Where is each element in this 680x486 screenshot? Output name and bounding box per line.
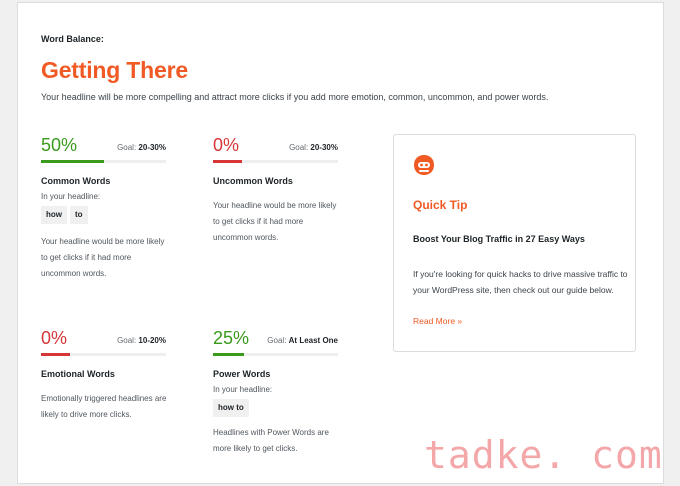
quick-tip-card: Quick Tip Boost Your Blog Traffic in 27 … [393,134,636,352]
metric-percent: 25% [213,328,250,348]
metric-description: Emotionally triggered headlines are like… [41,394,167,419]
metric-percent: 0% [41,328,68,348]
metric-description: Your headline would be more likely to ge… [41,237,165,278]
progress-fill [41,353,70,356]
wpbeginner-logo-icon [414,155,434,175]
word-balance-panel: Word Balance: Getting There Your headlin… [17,2,664,484]
metric-goal: Goal: 20-30% [289,143,338,152]
progress-track [213,353,338,356]
progress-track [41,353,166,356]
metric-name: Uncommon Words [213,176,293,186]
metric-sublabel: In your headline: [41,192,101,201]
balance-title: Getting There [41,57,188,83]
section-label: Word Balance: [41,34,104,44]
progress-track [41,160,166,163]
balance-description: Your headline will be more compelling an… [41,92,549,102]
metric-percent: 50% [41,135,78,155]
tip-body: If you're looking for quick hacks to dri… [413,269,628,295]
metric-common-words: 50% Goal: 20-30% Common Words In your he… [41,135,166,285]
metric-goal: Goal: At Least One [267,336,338,345]
headline-words: how to [213,399,249,417]
metric-description: Headlines with Power Words are more like… [213,428,329,453]
word-chip: how to [213,399,249,417]
progress-fill [41,160,104,163]
progress-fill [213,353,245,356]
metric-name: Common Words [41,176,111,186]
headline-words: how to [41,206,88,224]
tip-heading: Boost Your Blog Traffic in 27 Easy Ways [413,234,585,244]
metric-emotional-words: 0% Goal: 10-20% Emotional Words Emotiona… [41,328,166,428]
word-chip: to [70,206,88,224]
word-chip: how [41,206,67,224]
read-more-link[interactable]: Read More » [413,316,462,326]
metric-goal: Goal: 10-20% [117,336,166,345]
tip-title: Quick Tip [413,198,468,212]
metric-description: Your headline would be more likely to ge… [213,201,337,242]
metric-name: Power Words [213,369,271,379]
progress-fill [213,160,242,163]
metric-sublabel: In your headline: [213,385,273,394]
metric-name: Emotional Words [41,369,115,379]
progress-track [213,160,338,163]
metric-goal: Goal: 20-30% [117,143,166,152]
metric-percent: 0% [213,135,240,155]
metric-uncommon-words: 0% Goal: 20-30% Uncommon Words Your head… [213,135,338,255]
metric-power-words: 25% Goal: At Least One Power Words In yo… [213,328,338,458]
watermark: tadke. com [424,433,663,477]
